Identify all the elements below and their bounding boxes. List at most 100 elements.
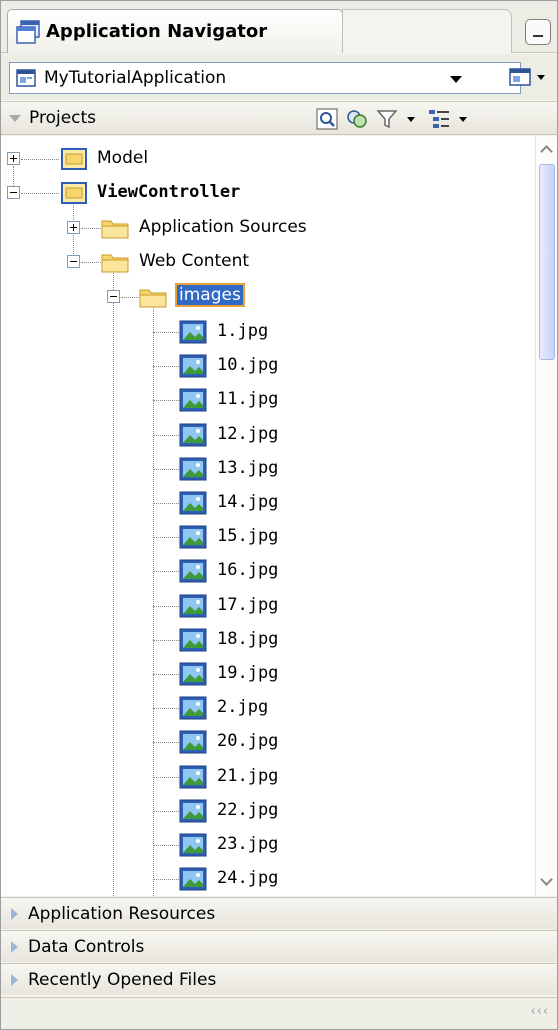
application-selector-row: MyTutorialApplication	[1, 54, 557, 100]
chevron-up-icon	[540, 145, 553, 158]
tree-label: 19.jpg	[217, 663, 279, 683]
tree-guide	[153, 571, 179, 572]
tree-node-file[interactable]: 10.jpg	[1, 349, 535, 383]
tree-guide	[153, 811, 179, 812]
tree-node-file[interactable]: 13.jpg	[1, 452, 535, 486]
tree-node-file[interactable]: 24.jpg	[1, 862, 535, 896]
accordion-label: Data Controls	[28, 936, 145, 957]
tree-node-file[interactable]: 22.jpg	[1, 794, 535, 828]
tree-guide	[153, 400, 179, 401]
find-icon[interactable]	[315, 107, 339, 131]
tree-guide	[153, 469, 179, 470]
tree-node-images[interactable]: images	[1, 280, 535, 314]
accordion-data-controls[interactable]: Data Controls	[1, 930, 557, 962]
tree-label: 22.jpg	[217, 800, 279, 820]
minimize-button[interactable]	[525, 19, 551, 45]
image-file-icon	[179, 354, 207, 378]
collapse-triangle-icon[interactable]	[9, 114, 21, 122]
collapse-icon[interactable]	[67, 255, 80, 268]
tree-node-web-content[interactable]: Web Content	[1, 245, 535, 279]
project-tree: Model ViewController Application Sources	[1, 136, 535, 896]
tree-label: 1.jpg	[217, 321, 269, 341]
expand-icon[interactable]	[67, 221, 80, 234]
tree-node-file[interactable]: 1.jpg	[1, 315, 535, 349]
projects-toolbar	[315, 107, 467, 131]
tree-label: 15.jpg	[217, 526, 279, 546]
scroll-thumb[interactable]	[539, 164, 555, 360]
expand-triangle-icon[interactable]	[11, 940, 18, 953]
scroll-up-button[interactable]	[536, 138, 558, 160]
chevron-down-icon[interactable]	[450, 76, 462, 83]
image-file-icon	[179, 799, 207, 823]
application-navigator-icon	[16, 19, 40, 44]
expand-icon[interactable]	[7, 152, 20, 165]
tree-guide	[153, 435, 179, 436]
resize-grip[interactable]: ‹‹‹	[530, 1004, 549, 1019]
tree-node-file[interactable]: 23.jpg	[1, 828, 535, 862]
tree-label: 20.jpg	[217, 731, 279, 751]
folder-icon	[101, 220, 129, 239]
collapse-icon[interactable]	[107, 290, 120, 303]
tree-guide	[81, 228, 101, 229]
tree-node-model[interactable]: Model	[1, 142, 535, 176]
vertical-scrollbar[interactable]	[535, 136, 557, 896]
tree-node-file[interactable]: 19.jpg	[1, 657, 535, 691]
image-file-icon	[179, 765, 207, 789]
tree-node-application-sources[interactable]: Application Sources	[1, 211, 535, 245]
tree-node-viewcontroller[interactable]: ViewController	[1, 176, 535, 210]
tree-node-file[interactable]: 12.jpg	[1, 418, 535, 452]
chevron-down-icon	[540, 873, 553, 886]
filter-icon[interactable]	[375, 107, 399, 131]
application-navigator-tab[interactable]: Application Navigator	[7, 9, 343, 53]
tree-node-file[interactable]: 16.jpg	[1, 554, 535, 588]
tree-node-file[interactable]: 14.jpg	[1, 486, 535, 520]
tree-guide	[153, 537, 179, 538]
tree-guide	[153, 640, 179, 641]
sync-icon[interactable]	[345, 107, 369, 131]
scroll-down-button[interactable]	[536, 872, 558, 894]
tree-node-file[interactable]: 15.jpg	[1, 520, 535, 554]
image-file-icon	[179, 628, 207, 652]
accordion-application-resources[interactable]: Application Resources	[1, 897, 557, 929]
tree-guide	[153, 503, 179, 504]
tree-guide	[153, 606, 179, 607]
tree-node-file[interactable]: 2.jpg	[1, 691, 535, 725]
tree-label: ViewController	[97, 182, 241, 202]
accordion-recently-opened-files[interactable]: Recently Opened Files	[1, 963, 557, 995]
tree-node-file[interactable]: 11.jpg	[1, 383, 535, 417]
image-file-icon	[179, 867, 207, 891]
image-file-icon	[179, 320, 207, 344]
image-file-icon	[179, 388, 207, 412]
application-navigator-panel: Application Navigator MyTutorialApplicat…	[0, 0, 558, 1030]
image-file-icon	[179, 423, 207, 447]
tree-label: 23.jpg	[217, 834, 279, 854]
image-file-icon	[179, 525, 207, 549]
tree-label: 12.jpg	[217, 424, 279, 444]
tree-label: 21.jpg	[217, 766, 279, 786]
status-strip: ‹‹‹	[1, 997, 557, 1029]
tree-node-file[interactable]: 20.jpg	[1, 725, 535, 759]
tree-node-file[interactable]: 21.jpg	[1, 760, 535, 794]
tree-node-file[interactable]: 18.jpg	[1, 623, 535, 657]
expand-triangle-icon[interactable]	[11, 973, 18, 986]
tree-label: Model	[97, 148, 149, 168]
accordion-label: Recently Opened Files	[28, 969, 217, 990]
projects-label: Projects	[29, 108, 97, 128]
application-name: MyTutorialApplication	[44, 68, 227, 88]
image-file-icon	[179, 833, 207, 857]
tree-options-icon[interactable]	[427, 107, 451, 131]
projects-header[interactable]: Projects	[1, 101, 557, 135]
tab-spacer	[342, 9, 512, 53]
filter-dropdown-icon[interactable]	[407, 116, 415, 122]
expand-triangle-icon[interactable]	[11, 907, 18, 920]
tree-label: 14.jpg	[217, 492, 279, 512]
tree-guide	[121, 297, 139, 298]
tree-label: 18.jpg	[217, 629, 279, 649]
application-dropdown[interactable]: MyTutorialApplication	[9, 62, 521, 94]
collapse-icon[interactable]	[7, 186, 20, 199]
application-menu-button[interactable]	[509, 64, 557, 90]
tree-node-file[interactable]: 17.jpg	[1, 589, 535, 623]
tree-options-dropdown-icon[interactable]	[459, 116, 467, 122]
title-tab-row: Application Navigator	[1, 1, 557, 53]
tree-guide	[81, 262, 101, 263]
